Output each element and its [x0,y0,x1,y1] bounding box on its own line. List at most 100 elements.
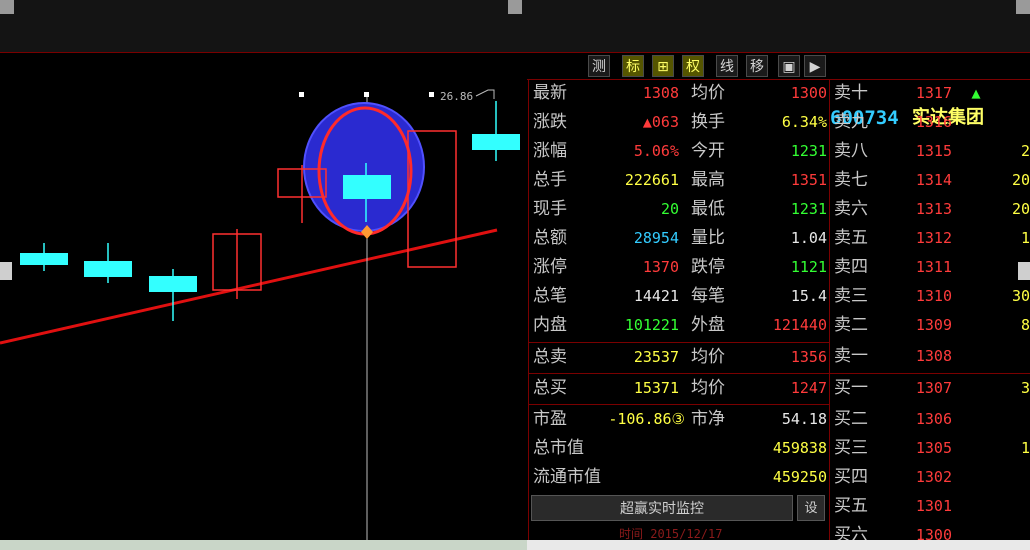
quote-value: -106.86③ [608,410,685,428]
order-volume: 1 [1020,439,1030,457]
order-price: 1310 [915,287,952,305]
quote-label: 每笔 [691,286,725,306]
order-label: 买三 [834,438,868,458]
order-label: 买二 [834,409,868,429]
highlight-circle-fill [303,102,425,232]
quote-value: 1247 [790,379,827,397]
quote-label: 流通市值 [533,467,601,487]
toolbar-button-play[interactable]: ▶ [804,55,826,77]
quote-row: 涨跌 ▲063 换手 6.34% [529,108,829,137]
quote-row: 内盘 101221 外盘 121440 [529,311,829,340]
quote-label: 总卖 [533,347,567,367]
order-price: 1312 [915,229,952,247]
order-book-row: 买三 1305 1 [830,434,1030,463]
order-book-row: 卖六 1313 20 [830,195,1030,224]
realtime-monitor-button[interactable]: 超赢实时监控 [531,495,793,521]
selection-handle-left[interactable] [299,92,304,97]
selection-handle-center[interactable] [364,92,369,97]
toolbar-button-window[interactable]: ▣ [778,55,800,77]
quote-value: 14421 [633,287,679,305]
order-book-row: 卖一 1308 [830,342,1030,371]
candlestick-chart[interactable]: 26.86 [0,79,527,540]
order-book-row: 卖二 1309 8 [830,311,1030,340]
quote-label: 涨停 [533,257,567,277]
quote-row: 总卖 23537 均价 1356 [529,343,829,372]
order-book: 卖十 1317 ▲ 卖九 1316 卖八 1315 2 卖七 1314 20 卖… [830,79,1030,540]
quote-value: 1308 [642,84,679,102]
order-price: 1308 [915,347,952,365]
quote-value: 6.34% [781,113,827,131]
order-volume: 2 [1020,142,1030,160]
quote-value: 20 [660,200,679,218]
candle-down [20,253,68,265]
up-arrow-icon: ▲ [971,84,981,102]
toolbar-button-mark[interactable]: 标 [622,55,644,77]
quote-value: 1121 [790,258,827,276]
quote-value: 222661 [624,171,679,189]
quote-row: 总市值 459838 [529,434,829,463]
quote-row: 现手 20 最低 1231 [529,195,829,224]
quote-value: 1370 [642,258,679,276]
order-book-row: 卖十 1317 ▲ [830,79,1030,108]
toolbar-button-line[interactable]: 线 [716,55,738,77]
quote-label: 外盘 [691,315,725,335]
quote-label: 总笔 [533,286,567,306]
order-price: 1302 [915,468,952,486]
toolbar-button-grid[interactable]: ⊞ [652,55,674,77]
candlestick-svg: 26.86 [0,79,527,540]
order-price: 1313 [915,200,952,218]
order-volume: 1 [1020,229,1030,247]
candle-down [472,134,520,150]
order-book-row: 卖三 1310 30 [830,282,1030,311]
quote-label: 涨幅 [533,141,567,161]
order-volume: 8 [1020,316,1030,334]
order-price: 1314 [915,171,952,189]
order-book-row: 买六 1300 [830,521,1030,540]
quote-row: 总手 222661 最高 1351 [529,166,829,195]
order-book-row: 卖九 1316 [830,108,1030,137]
quote-row: 最新 1308 均价 1300 [529,79,829,108]
order-book-row: 卖五 1312 1 [830,224,1030,253]
candle-down [149,276,197,292]
order-label: 卖八 [834,141,868,161]
order-label: 卖十 [834,83,868,103]
quote-label: 均价 [691,378,725,398]
order-label: 买一 [834,378,868,398]
order-book-row: 买二 1306 [830,405,1030,434]
quote-label: 最新 [533,83,567,103]
order-book-row: 卖八 1315 2 [830,137,1030,166]
order-label: 卖六 [834,199,868,219]
order-book-row: 买一 1307 3 [830,374,1030,403]
resize-handle-top-right[interactable] [1016,0,1030,14]
quote-label: 现手 [533,199,567,219]
quote-value: 1351 [790,171,827,189]
quote-value: 101221 [624,316,679,334]
order-book-row: 卖四 1311 [830,253,1030,282]
quote-row: 涨幅 5.06% 今开 1231 [529,137,829,166]
quote-label: 均价 [691,347,725,367]
quote-label: 内盘 [533,315,567,335]
resize-handle-top-middle[interactable] [508,0,522,14]
order-book-row: 买四 1302 [830,463,1030,492]
toolbar-button-rights[interactable]: 权 [682,55,704,77]
order-label: 卖三 [834,286,868,306]
resize-handle-top-left[interactable] [0,0,14,14]
chart-background [0,79,527,540]
monitor-settings-button[interactable]: 设 [797,495,825,521]
quote-row: 涨停 1370 跌停 1121 [529,253,829,282]
resize-handle-left[interactable] [0,262,12,280]
selection-handle-right[interactable] [429,92,434,97]
candle-down [343,175,391,199]
quote-panel: 最新 1308 均价 1300 涨跌 ▲063 换手 6.34% 涨幅 5.06… [528,79,830,541]
order-label: 卖五 [834,228,868,248]
quote-row: 总额 28954 量比 1.04 [529,224,829,253]
order-label: 卖九 [834,112,868,132]
toolbar-button-move[interactable]: 移 [746,55,768,77]
candle-down [84,261,132,277]
quote-value: 5.06% [633,142,679,160]
order-price: 1306 [915,410,952,428]
order-volume: 20 [1011,171,1030,189]
toolbar-button-measure[interactable]: 测 [588,55,610,77]
quote-value: 15.4 [790,287,827,305]
quote-label: 最高 [691,170,725,190]
